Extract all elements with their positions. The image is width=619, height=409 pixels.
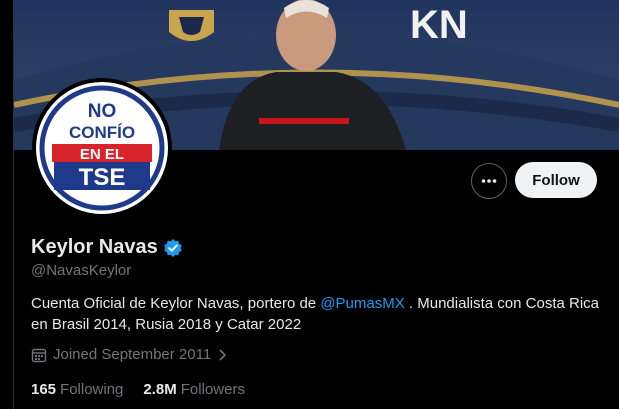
followers-count: 2.8M xyxy=(143,381,177,398)
following-count: 165 xyxy=(31,381,57,398)
chevron-right-icon xyxy=(219,348,227,361)
user-handle: @NavasKeylor xyxy=(31,262,132,279)
joined-date[interactable]: Joined September 2011 xyxy=(31,346,227,363)
avatar[interactable]: NO CONFÍO EN EL TSE xyxy=(32,78,172,218)
avatar-text-tse: TSE xyxy=(79,164,126,191)
name-row: Keylor Navas xyxy=(31,236,183,259)
following-link[interactable]: 165 Following xyxy=(31,381,123,398)
pumas-logo xyxy=(169,10,214,41)
verified-badge-icon[interactable] xyxy=(163,238,183,258)
left-border xyxy=(0,0,14,409)
kn-logo: KN xyxy=(410,3,468,47)
profile-bio: Cuenta Oficial de Keylor Navas, portero … xyxy=(31,293,601,335)
joined-date-text: Joined September 2011 xyxy=(53,346,212,363)
ellipsis-icon xyxy=(481,179,497,183)
followers-label: Followers xyxy=(180,381,245,398)
calendar-icon xyxy=(31,348,47,362)
followers-link[interactable]: 2.8M Followers xyxy=(143,381,245,398)
bio-mention-link[interactable]: @PumasMX xyxy=(320,295,404,312)
following-label: Following xyxy=(60,381,124,398)
display-name: Keylor Navas xyxy=(31,236,158,258)
avatar-text-no: NO xyxy=(88,101,117,122)
follow-stats: 165 Following 2.8M Followers xyxy=(31,381,245,398)
more-options-button[interactable] xyxy=(471,163,507,199)
follow-button[interactable]: Follow xyxy=(515,162,597,198)
bio-text-start: Cuenta Oficial de Keylor Navas, portero … xyxy=(31,295,321,312)
avatar-graphic: NO CONFÍO EN EL TSE xyxy=(39,85,165,211)
avatar-text-confio: CONFÍO xyxy=(69,123,135,142)
avatar-text-en-el: EN EL xyxy=(80,146,124,163)
profile-page: KN NO CONFÍO EN EL TSE Follow Keylor Nav… xyxy=(0,0,619,409)
